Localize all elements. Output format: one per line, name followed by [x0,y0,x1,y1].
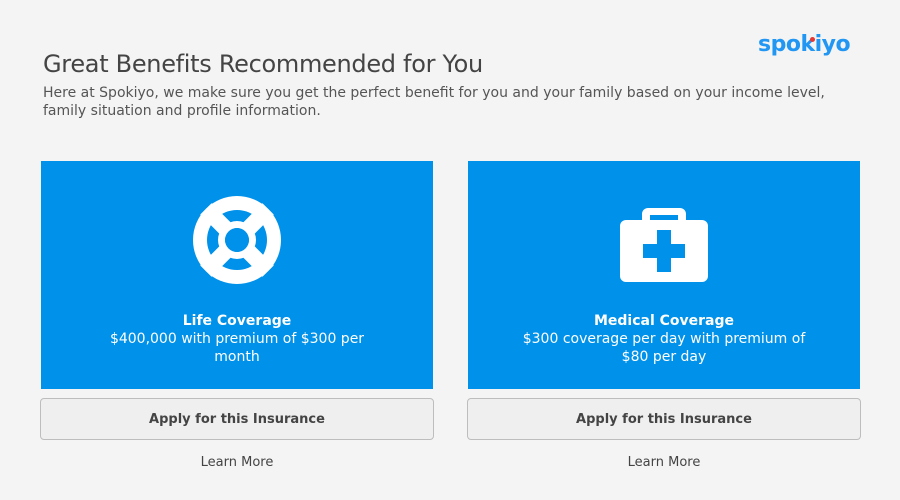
benefit-description: $400,000 with premium of $300 per month [109,331,365,365]
benefit-card-life: Life Coverage $400,000 with premium of $… [41,161,433,389]
page-title: Great Benefits Recommended for You [43,50,483,78]
page-subtitle: Here at Spokiyo, we make sure you get th… [43,85,825,119]
apply-life-insurance-button[interactable]: Apply for this Insurance [40,398,434,440]
benefits-page: spokiyo Great Benefits Recommended for Y… [0,0,900,500]
benefit-title: Medical Coverage [593,313,735,329]
apply-medical-insurance-button[interactable]: Apply for this Insurance [467,398,861,440]
spokiyo-logo[interactable]: spokiyo [758,30,851,60]
benefit-title: Life Coverage [182,313,292,329]
logo-wordmark: spokiyo [758,32,851,57]
learn-more-life-link[interactable]: Learn More [40,455,434,470]
benefit-description: $300 coverage per day with premium of $8… [522,331,806,365]
logo-accent-dot [810,37,815,42]
lifebuoy-icon [41,194,433,286]
first-aid-kit-icon [468,194,860,286]
learn-more-medical-link[interactable]: Learn More [467,455,861,470]
benefit-card-medical: Medical Coverage $300 coverage per day w… [468,161,860,389]
